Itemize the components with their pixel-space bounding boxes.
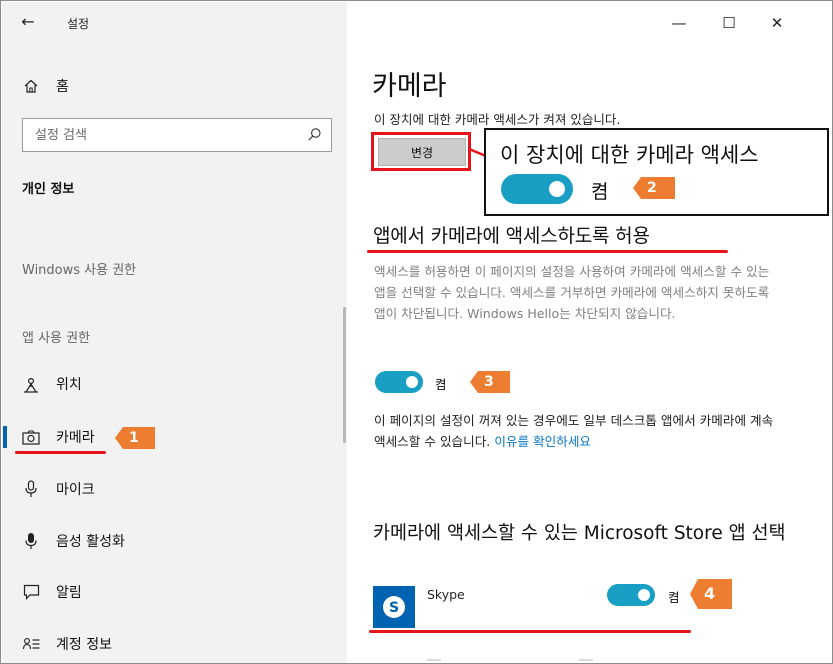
- toggle-knob: [406, 376, 418, 388]
- skype-toggle-label: 켬: [668, 590, 680, 605]
- learn-more-link[interactable]: 이유를 확인하세요: [494, 434, 591, 449]
- skype-app-icon: S: [373, 586, 415, 628]
- search-icon[interactable]: [307, 127, 322, 146]
- sidebar-item-location[interactable]: 위치: [2, 364, 347, 404]
- change-button[interactable]: 변경: [378, 138, 466, 166]
- close-button[interactable]: ✕: [759, 10, 795, 36]
- step-badge-3: 3: [470, 371, 510, 393]
- bottom-divider: [579, 659, 593, 661]
- sidebar-item-account-info[interactable]: 계정 정보: [2, 624, 347, 663]
- sidebar-item-label: 계정 정보: [56, 637, 112, 653]
- skype-row-underline: [369, 630, 691, 633]
- sidebar: ← 설정 홈 개인 정보 Windows 사용 권한 앱 사용 권한 위치: [2, 2, 347, 663]
- maximize-button[interactable]: ☐: [711, 10, 747, 36]
- group-label-apps: 앱 사용 권한: [22, 331, 91, 346]
- apps-access-toggle[interactable]: [375, 371, 423, 393]
- step-badge-1: 1: [115, 427, 155, 449]
- sidebar-item-label: 알림: [56, 585, 82, 601]
- step-badge-2: 2: [633, 177, 675, 199]
- skype-icon-letter: S: [389, 600, 399, 616]
- search-box[interactable]: [22, 118, 332, 152]
- active-indicator: [3, 426, 7, 448]
- notification-icon: [20, 584, 42, 600]
- skype-app-name: Skype: [427, 587, 465, 602]
- microphone-icon: [20, 480, 42, 498]
- device-access-callout: 이 장치에 대한 카메라 액세스 켬: [484, 128, 829, 216]
- toggle-knob: [638, 589, 650, 601]
- callout-toggle: [501, 174, 573, 204]
- main-panel: — ☐ ✕ 카메라 이 장치에 대한 카메라 액세스가 켜져 있습니다. 변경 …: [347, 2, 832, 663]
- step-badge-4: 4: [690, 579, 732, 609]
- account-info-icon: [20, 637, 42, 651]
- sidebar-item-label: 마이크: [56, 482, 95, 498]
- toggle-knob: [549, 181, 565, 197]
- voice-icon: [20, 532, 42, 550]
- app-title: 설정: [67, 17, 90, 31]
- camera-icon: [20, 429, 42, 445]
- minimize-button[interactable]: —: [661, 10, 697, 36]
- sidebar-item-label: 위치: [56, 377, 82, 393]
- sidebar-item-voice-activation[interactable]: 음성 활성화: [2, 521, 347, 561]
- apps-toggle-label: 켬: [435, 377, 447, 392]
- page-title: 카메라: [372, 71, 447, 102]
- home-icon: [20, 78, 42, 94]
- callout-title: 이 장치에 대한 카메라 액세스: [500, 143, 759, 167]
- search-input[interactable]: [23, 119, 293, 151]
- location-icon: [20, 376, 42, 393]
- sidebar-item-label: 음성 활성화: [56, 534, 125, 550]
- section-title: 개인 정보: [22, 182, 75, 197]
- camera-highlight-underline: [15, 451, 106, 454]
- apps-heading-underline: [367, 250, 728, 253]
- desktop-apps-note: 이 페이지의 설정이 꺼져 있는 경우에도 일부 데스크톱 앱에서 카메라에 계…: [374, 410, 784, 452]
- sidebar-item-notifications[interactable]: 알림: [2, 572, 347, 612]
- sidebar-scrollbar[interactable]: [343, 307, 346, 443]
- device-access-status: 이 장치에 대한 카메라 액세스가 켜져 있습니다.: [374, 112, 621, 127]
- group-label-windows: Windows 사용 권한: [22, 263, 137, 278]
- settings-window: ← 설정 홈 개인 정보 Windows 사용 권한 앱 사용 권한 위치: [0, 0, 833, 664]
- callout-toggle-label: 켬: [591, 181, 609, 203]
- sidebar-item-home[interactable]: 홈: [2, 66, 347, 106]
- sidebar-item-label: 홈: [56, 79, 69, 95]
- sidebar-item-microphone[interactable]: 마이크: [2, 469, 347, 509]
- back-button[interactable]: ←: [16, 10, 40, 34]
- sidebar-item-label: 카메라: [56, 430, 95, 446]
- apps-access-description: 액세스를 허용하면 이 페이지의 설정을 사용하여 카메라에 액세스할 수 있는…: [374, 264, 770, 321]
- back-arrow-icon: ←: [21, 12, 35, 31]
- skype-access-toggle[interactable]: [607, 584, 655, 606]
- store-apps-heading: 카메라에 액세스할 수 있는 Microsoft Store 앱 선택: [373, 523, 786, 544]
- apps-access-heading: 앱에서 카메라에 액세스하도록 허용: [373, 225, 650, 247]
- bottom-divider: [427, 659, 441, 661]
